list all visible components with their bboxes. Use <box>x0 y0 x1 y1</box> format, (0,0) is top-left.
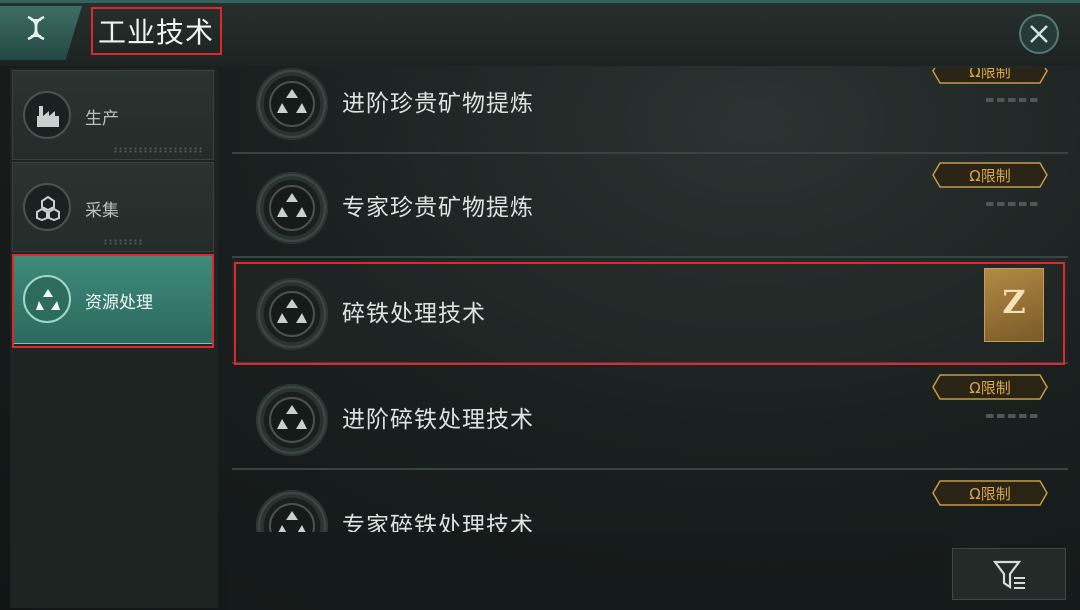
sidebar-item-label: 采集 <box>85 201 119 221</box>
progress-dashes <box>986 98 1040 102</box>
recycle-icon <box>277 405 307 429</box>
tech-name: 专家碎铁处理技术 <box>342 513 534 532</box>
list-item[interactable]: 专家碎铁处理技术 Ω限制 <box>232 472 1068 532</box>
sidebar-selection-highlight <box>12 254 214 348</box>
progress-dashes <box>986 202 1040 206</box>
restriction-badge: Ω限制 <box>932 68 1048 84</box>
tech-icon-ring <box>256 490 328 532</box>
tech-icon-ring <box>256 68 328 140</box>
progress-dots <box>103 239 143 245</box>
filter-button[interactable] <box>952 548 1066 600</box>
recycle-icon <box>277 193 307 217</box>
tech-name: 进阶珍贵矿物提炼 <box>342 91 534 117</box>
list-item[interactable]: 专家珍贵矿物提炼 Ω限制 <box>232 154 1068 258</box>
factory-icon <box>37 106 59 127</box>
sidebar-item-gathering[interactable]: 采集 <box>12 162 214 252</box>
tech-name: 进阶碎铁处理技术 <box>342 407 534 433</box>
restriction-badge: Ω限制 <box>932 480 1048 506</box>
bottom-shade <box>228 532 948 610</box>
close-button[interactable] <box>1019 14 1059 54</box>
sidebar-item-label: 生产 <box>85 109 119 129</box>
recycle-icon <box>278 511 306 532</box>
restriction-badge: Ω限制 <box>932 162 1048 188</box>
dna-icon[interactable] <box>22 14 50 42</box>
list-item[interactable]: 进阶珍贵矿物提炼 Ω限制 <box>232 68 1068 154</box>
tech-icon-ring <box>256 384 328 456</box>
factory-icon-ring <box>23 91 71 139</box>
sidebar-item-production[interactable]: 生产 <box>12 70 214 160</box>
close-icon <box>1030 25 1048 43</box>
tech-icon-ring <box>256 172 328 244</box>
nodes-icon <box>36 195 60 222</box>
recycle-icon <box>277 89 307 113</box>
page-title: 工业技术 <box>98 16 215 49</box>
nodes-icon-ring <box>23 183 71 231</box>
current-row-highlight <box>234 262 1065 365</box>
progress-dashes <box>986 414 1040 418</box>
progress-dots <box>113 147 203 153</box>
restriction-badge: Ω限制 <box>932 374 1048 400</box>
list-item[interactable]: 进阶碎铁处理技术 Ω限制 <box>232 366 1068 470</box>
tech-name: 专家珍贵矿物提炼 <box>342 195 534 221</box>
filter-icon <box>993 560 1025 590</box>
